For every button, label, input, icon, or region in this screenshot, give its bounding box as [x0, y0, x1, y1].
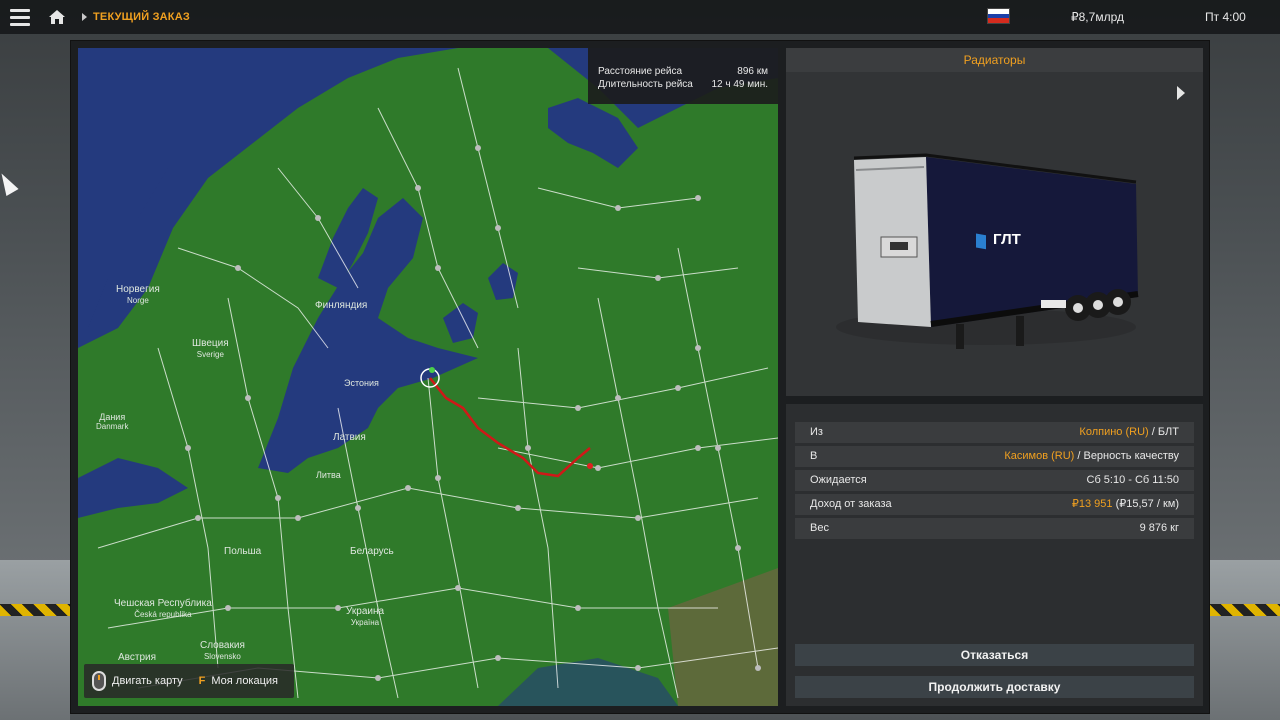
- map-label-latvia: Латвия: [333, 432, 366, 443]
- mouse-icon: [92, 671, 106, 691]
- cargo-title: Радиаторы: [786, 48, 1203, 72]
- background-floor-left: [0, 560, 70, 720]
- money-balance: ₽8,7млрд: [1071, 10, 1124, 24]
- map-label-slovakia: Словакия Slovensko: [200, 640, 245, 661]
- continue-delivery-button[interactable]: Продолжить доставку: [795, 676, 1194, 698]
- job-row-expected: Ожидается Сб 5:10 - Сб 11:50: [795, 470, 1194, 491]
- map-label-ukraine: Украина Україна: [346, 606, 385, 627]
- hamburger-icon[interactable]: [0, 0, 40, 34]
- map-label-denmark: Дания Danmark: [96, 412, 129, 431]
- income-value: ₽13 951: [1071, 498, 1113, 510]
- map-label-austria: Австрия: [118, 652, 157, 663]
- to-company: / Верность качеству: [1074, 450, 1179, 462]
- map-controls-hint: Двигать карту F Моя локация: [84, 664, 294, 698]
- hint-move-map[interactable]: Двигать карту: [112, 675, 183, 687]
- map-label-norway: Норвегия Norge: [116, 284, 160, 305]
- job-row-weight: Вес 9 876 кг: [795, 518, 1194, 539]
- from-city: Колпино (RU): [1079, 426, 1149, 438]
- hazard-stripe-right: [1210, 604, 1280, 616]
- job-info: Из Колпино (RU) / БЛТ В Касимов (RU) / В…: [786, 404, 1203, 706]
- from-company: / БЛТ: [1148, 426, 1179, 438]
- map-label-finland: Финляндия: [315, 300, 368, 311]
- trip-duration-label: Длительность рейса: [598, 79, 693, 90]
- trailer-image: ГЛТ: [836, 153, 1139, 349]
- expected-value: Сб 5:10 - Сб 11:50: [1086, 474, 1180, 486]
- hint-my-location[interactable]: Моя локация: [211, 675, 278, 687]
- weight-label: Вес: [810, 522, 829, 534]
- weight-value: 9 876 кг: [1139, 522, 1179, 534]
- breadcrumb-arrow-icon: [82, 13, 87, 21]
- hint-key-f: F: [198, 675, 206, 687]
- income-label: Доход от заказа: [810, 498, 892, 510]
- job-row-to: В Касимов (RU) / Верность качеству: [795, 446, 1194, 467]
- map-label-lithuania: Литва: [316, 470, 341, 480]
- map-label-poland: Польша: [224, 546, 262, 557]
- income-rate: (₽15,57 / км): [1112, 498, 1179, 510]
- game-clock: Пт 4:00: [1205, 10, 1246, 24]
- expected-label: Ожидается: [810, 474, 867, 486]
- map-label-sweden: Швеция Sverige: [192, 338, 229, 359]
- to-city: Касимов (RU): [1004, 450, 1075, 462]
- map-label-belarus: Беларусь: [350, 546, 394, 557]
- russia-flag-icon: [987, 8, 1010, 24]
- decline-button[interactable]: Отказаться: [795, 644, 1194, 666]
- job-row-from: Из Колпино (RU) / БЛТ: [795, 422, 1194, 443]
- trailer-preview: Радиаторы ГЛТ: [786, 48, 1203, 396]
- svg-text:ГЛТ: ГЛТ: [993, 231, 1021, 248]
- job-row-income: Доход от заказа ₽13 951 (₽15,57 / км): [795, 494, 1194, 515]
- map-label-estonia: Эстония: [344, 378, 379, 388]
- home-icon[interactable]: [40, 0, 74, 34]
- trip-distance-value: 896 км: [737, 66, 768, 77]
- trip-duration-value: 12 ч 49 мин.: [711, 79, 768, 90]
- hazard-stripe-left: [0, 604, 70, 616]
- breadcrumb: ТЕКУЩИЙ ЗАКАЗ: [93, 11, 190, 23]
- map-label-czech: Чешская Республика Česká republika: [114, 598, 212, 619]
- trip-info-box: Расстояние рейса 896 км Длительность рейс…: [588, 48, 778, 104]
- from-label: Из: [810, 426, 823, 438]
- trip-distance-label: Расстояние рейса: [598, 66, 683, 77]
- route-map[interactable]: Норвегия Norge Финляндия Швеция Sverige Да…: [78, 48, 778, 706]
- to-label: В: [810, 450, 818, 462]
- background-floor-right: [1210, 560, 1280, 720]
